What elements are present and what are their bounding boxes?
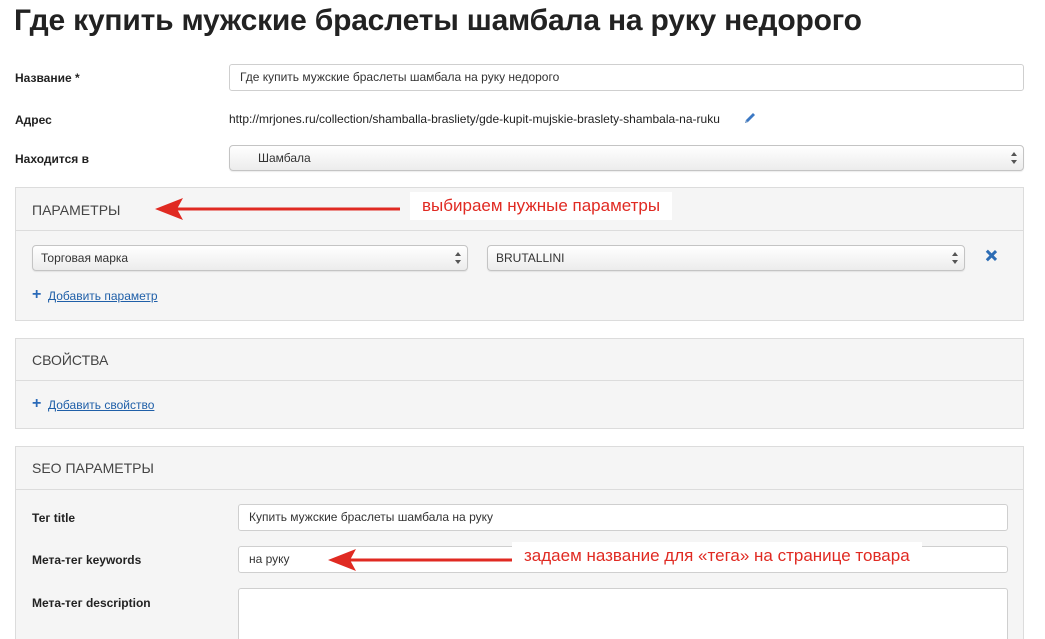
param-name-value: Торговая марка (41, 251, 129, 265)
keywords-label: Мета-тег keywords (32, 553, 142, 567)
properties-panel-title: СВОЙСТВА (32, 352, 109, 368)
located-label: Находится в (15, 152, 89, 166)
annotation-arrow-params (155, 198, 400, 220)
pencil-icon[interactable] (743, 111, 757, 125)
description-label: Мета-тег description (32, 596, 151, 610)
annotation-keywords-note: задаем название для «тега» на странице т… (512, 542, 922, 570)
address-url: http://mrjones.ru/collection/shamballa-b… (229, 112, 720, 126)
located-select[interactable]: Шамбала (229, 145, 1024, 171)
name-label: Название * (15, 71, 80, 85)
add-property-link[interactable]: Добавить свойство (48, 398, 154, 412)
select-arrows-icon (454, 251, 462, 265)
select-arrows-icon (1010, 151, 1018, 165)
seo-panel-title: SEO ПАРАМЕТРЫ (32, 460, 154, 476)
annotation-params-note: выбираем нужные параметры (410, 192, 673, 220)
description-textarea[interactable] (238, 588, 1008, 639)
param-value-select[interactable]: BRUTALLINI (487, 245, 965, 271)
select-arrows-icon (951, 251, 959, 265)
plus-icon: + (32, 286, 42, 303)
properties-panel: СВОЙСТВА (15, 338, 1024, 429)
seo-panel-header: SEO ПАРАМЕТРЫ (16, 447, 1023, 490)
located-select-value: Шамбала (258, 151, 311, 165)
param-name-select[interactable]: Торговая марка (32, 245, 468, 271)
page-title: Где купить мужские браслеты шамбала на р… (14, 4, 862, 37)
name-input[interactable]: Где купить мужские браслеты шамбала на р… (229, 64, 1024, 91)
add-parameter-link[interactable]: Добавить параметр (48, 289, 158, 303)
title-tag-label: Тег title (32, 511, 76, 525)
param-value-value: BRUTALLINI (496, 251, 565, 265)
title-tag-input[interactable]: Купить мужские браслеты шамбала на руку (238, 504, 1008, 531)
plus-icon: + (32, 395, 42, 412)
annotation-arrow-keywords (328, 549, 513, 571)
properties-panel-header: СВОЙСТВА (16, 339, 1023, 381)
params-panel-title: ПАРАМЕТРЫ (32, 202, 121, 218)
close-icon[interactable] (985, 250, 997, 262)
address-label: Адрес (15, 113, 52, 127)
